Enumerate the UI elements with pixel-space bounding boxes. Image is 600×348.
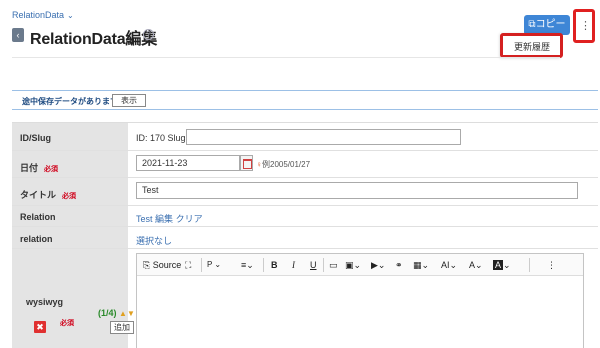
wysiwyg-editor[interactable]: ⎘ Source ⛶ P ⌄ ≡⌄ B I U ▭ ▣⌄ ▶⌄ ⚭ ▦⌄ AI⌄…: [136, 253, 584, 348]
add-button[interactable]: 追加: [110, 321, 134, 334]
delete-icon[interactable]: ✖: [34, 321, 46, 333]
toolbar-separator: [323, 258, 324, 272]
source-label: Source: [152, 260, 182, 270]
toolbar-separator: [263, 258, 264, 272]
show-draft-button[interactable]: 表示: [112, 94, 146, 107]
paragraph-dropdown[interactable]: P ⌄: [207, 258, 221, 272]
relation-label: Relation: [20, 212, 56, 222]
back-button[interactable]: ‹: [12, 28, 24, 42]
chevron-left-icon: ‹: [16, 30, 20, 40]
italic-button[interactable]: I: [292, 258, 295, 272]
row-id-slug: ID/Slug ID: 170 Slug:: [12, 123, 598, 151]
font-size-label: AI: [441, 260, 450, 270]
folder-icon[interactable]: ▭: [329, 258, 338, 272]
copy-icon: ⧉: [528, 19, 536, 30]
date-label-text: 日付: [20, 163, 39, 173]
source-button[interactable]: ⎘ Source: [143, 258, 181, 272]
toolbar-separator: [201, 258, 202, 272]
id-text: ID: 170 Slug:: [136, 133, 189, 143]
background-color-dropdown[interactable]: A ⌄: [493, 258, 511, 272]
header-divider: [12, 57, 560, 58]
fullscreen-icon[interactable]: ⛶: [185, 258, 191, 272]
help-icon[interactable]: ?: [143, 29, 154, 40]
breadcrumb[interactable]: RelationData ⌄: [12, 10, 74, 20]
breadcrumb-label[interactable]: RelationData: [12, 10, 64, 20]
required-badge: 必須: [44, 166, 59, 173]
move-down-icon[interactable]: ▼: [127, 309, 135, 318]
edit-form: ID/Slug ID: 170 Slug: 日付 必須 タイトル 必須 Relati…: [12, 122, 598, 348]
paragraph-label: P: [207, 260, 213, 269]
title-label-text: タイトル: [20, 190, 57, 200]
move-up-icon[interactable]: ▲: [119, 309, 127, 318]
source-icon: ⎘: [143, 260, 151, 270]
image-dropdown[interactable]: ▣⌄: [345, 258, 361, 272]
item-count-text: (1/4): [98, 308, 117, 318]
relation-value: Test 編集 クリア: [136, 212, 203, 225]
copy-label: コピー: [535, 19, 566, 30]
wysiwyg-label: wysiwyg: [26, 297, 64, 307]
title-label: タイトル 必須: [20, 188, 76, 201]
date-input[interactable]: 2021-11-23: [136, 155, 240, 171]
required-badge: 必須: [62, 193, 77, 200]
table-dropdown[interactable]: ▦⌄: [413, 258, 429, 272]
date-hint: ♀例2005/01/27: [256, 159, 310, 170]
bg-color-icon: A: [493, 260, 504, 270]
calendar-icon[interactable]: [240, 155, 253, 171]
bold-button[interactable]: B: [271, 258, 278, 272]
id-slug-label: ID/Slug: [20, 133, 51, 143]
required-badge: 必須: [60, 320, 74, 327]
more-options-icon[interactable]: ⋮: [547, 258, 556, 272]
font-color-dropdown[interactable]: A⌄: [469, 258, 483, 272]
relation-edit-link[interactable]: 編集: [155, 214, 173, 224]
media-dropdown[interactable]: ▶⌄: [371, 258, 385, 272]
font-size-dropdown[interactable]: AI⌄: [441, 258, 457, 272]
menu-item-update-history[interactable]: 更新履歴: [514, 40, 550, 53]
title-input[interactable]: Test: [136, 182, 578, 199]
underline-button[interactable]: U: [310, 258, 317, 272]
page-title: RelationData編集: [30, 31, 157, 48]
relation-link[interactable]: Test: [136, 214, 153, 224]
more-menu-button[interactable]: ⋮: [580, 16, 591, 36]
date-label: 日付 必須: [20, 161, 58, 174]
draft-notice-text: 途中保存データがあります: [22, 97, 118, 106]
slug-input[interactable]: [186, 129, 461, 145]
link-icon[interactable]: ⚭: [395, 258, 403, 272]
row-relation: Relation Test 編集 クリア: [12, 206, 598, 227]
row-relation2: relation 選択なし: [12, 227, 598, 249]
relation2-select-link[interactable]: 選択なし: [136, 234, 172, 247]
date-hint-text: 例2005/01/27: [262, 160, 311, 169]
item-count: (1/4) ▲▼: [98, 308, 135, 318]
chevron-down-icon[interactable]: ⌄: [67, 11, 74, 20]
relation2-label: relation: [20, 234, 53, 244]
relation-clear-link[interactable]: クリア: [176, 214, 203, 224]
toolbar-separator: [529, 258, 530, 272]
align-dropdown[interactable]: ≡⌄: [241, 258, 254, 272]
editor-toolbar: ⎘ Source ⛶ P ⌄ ≡⌄ B I U ▭ ▣⌄ ▶⌄ ⚭ ▦⌄ AI⌄…: [137, 254, 583, 276]
copy-button[interactable]: ⧉コピー: [524, 15, 570, 35]
